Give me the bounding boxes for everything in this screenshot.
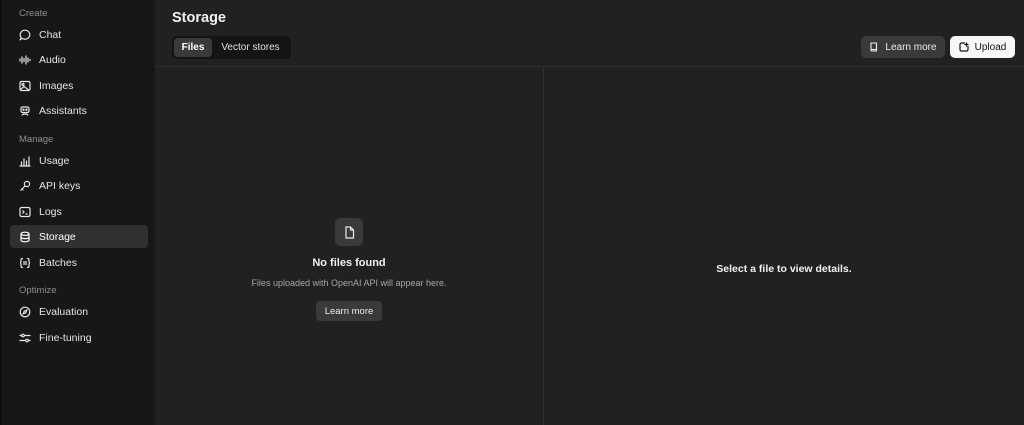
chat-bubble-icon	[19, 29, 31, 41]
braces-icon	[19, 257, 31, 269]
sidebar-item-label: Chat	[39, 28, 62, 41]
sidebar-item-label: Logs	[39, 205, 62, 218]
sidebar-item-api-keys[interactable]: API keys	[10, 174, 148, 197]
image-icon	[19, 80, 31, 92]
sidebar-item-label: Audio	[39, 53, 66, 66]
upload-label: Upload	[974, 41, 1007, 53]
details-placeholder: Select a file to view details.	[716, 263, 852, 275]
sliders-icon	[19, 332, 31, 344]
bar-chart-icon	[19, 155, 31, 167]
sidebar-item-assistants[interactable]: Assistants	[10, 99, 148, 122]
storage-tabs: Files Vector stores	[172, 36, 291, 59]
empty-state-title: No files found	[312, 257, 386, 269]
sidebar-item-audio[interactable]: Audio	[10, 48, 148, 71]
section-label-create: Create	[19, 8, 48, 19]
tab-vector-stores[interactable]: Vector stores	[212, 38, 289, 57]
section-label-manage: Manage	[19, 134, 54, 145]
waveform-icon	[19, 54, 31, 66]
file-icon	[335, 218, 363, 246]
sidebar-item-batches[interactable]: Batches	[10, 251, 148, 274]
sidebar-item-label: Usage	[39, 154, 70, 167]
section-label-optimize: Optimize	[19, 285, 57, 296]
sidebar-item-usage[interactable]: Usage	[10, 149, 148, 172]
page-title: Storage	[172, 10, 226, 26]
sidebar-item-images[interactable]: Images	[10, 74, 148, 97]
main-content: Storage Files Vector stores Learn more U…	[155, 0, 1024, 425]
sidebar-item-storage[interactable]: Storage	[10, 225, 148, 248]
sidebar-item-fine-tuning[interactable]: Fine-tuning	[10, 326, 148, 349]
book-icon	[870, 42, 878, 52]
empty-state-subtitle: Files uploaded with OpenAI API will appe…	[251, 278, 447, 288]
robot-icon	[19, 105, 31, 117]
compass-icon	[19, 306, 31, 318]
sidebar: Create Chat Audio Images Assistants Mana…	[0, 0, 155, 425]
sidebar-item-chat[interactable]: Chat	[10, 23, 148, 46]
sidebar-item-label: Fine-tuning	[39, 331, 92, 344]
sidebar-item-label: API keys	[39, 179, 81, 192]
sidebar-item-label: Images	[39, 79, 74, 92]
panel-divider	[543, 67, 544, 425]
key-icon	[19, 180, 31, 192]
sidebar-item-logs[interactable]: Logs	[10, 200, 148, 223]
sidebar-item-label: Storage	[39, 230, 76, 243]
tab-files[interactable]: Files	[174, 38, 212, 57]
sidebar-item-evaluation[interactable]: Evaluation	[10, 300, 148, 323]
database-icon	[19, 231, 31, 243]
upload-button[interactable]: Upload	[950, 36, 1015, 58]
sidebar-item-label: Assistants	[39, 104, 87, 117]
learn-more-label: Learn more	[885, 41, 937, 53]
upload-icon	[959, 42, 969, 52]
learn-more-button[interactable]: Learn more	[861, 36, 945, 58]
header-divider	[155, 66, 1024, 67]
terminal-icon	[19, 206, 31, 218]
sidebar-item-label: Evaluation	[39, 305, 89, 318]
empty-state-learn-more-button[interactable]: Learn more	[316, 301, 382, 321]
sidebar-item-label: Batches	[39, 256, 77, 269]
